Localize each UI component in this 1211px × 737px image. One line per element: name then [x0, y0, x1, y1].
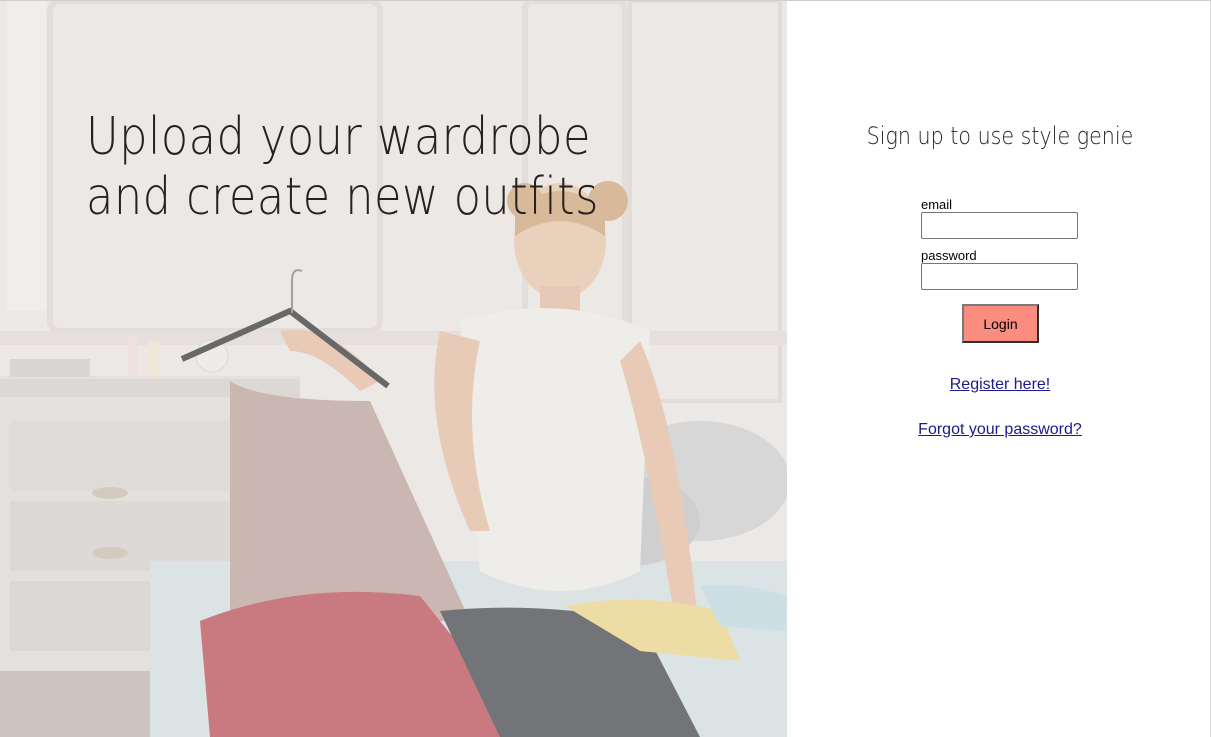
password-field[interactable] — [921, 263, 1078, 290]
login-button[interactable]: Login — [962, 304, 1039, 343]
hero-image-panel: Upload your wardrobe and create new outf… — [0, 1, 787, 737]
email-label: email — [921, 197, 953, 212]
register-link[interactable]: Register here! — [787, 376, 1211, 394]
email-field[interactable] — [921, 212, 1078, 239]
forgot-password-link[interactable]: Forgot your password? — [787, 421, 1211, 439]
signup-heading: Sign up to use style genie — [866, 122, 1134, 150]
password-label: password — [921, 248, 977, 263]
signup-panel: Sign up to use style genie email passwor… — [787, 1, 1211, 737]
hero-headline: Upload your wardrobe and create new outf… — [86, 107, 599, 227]
